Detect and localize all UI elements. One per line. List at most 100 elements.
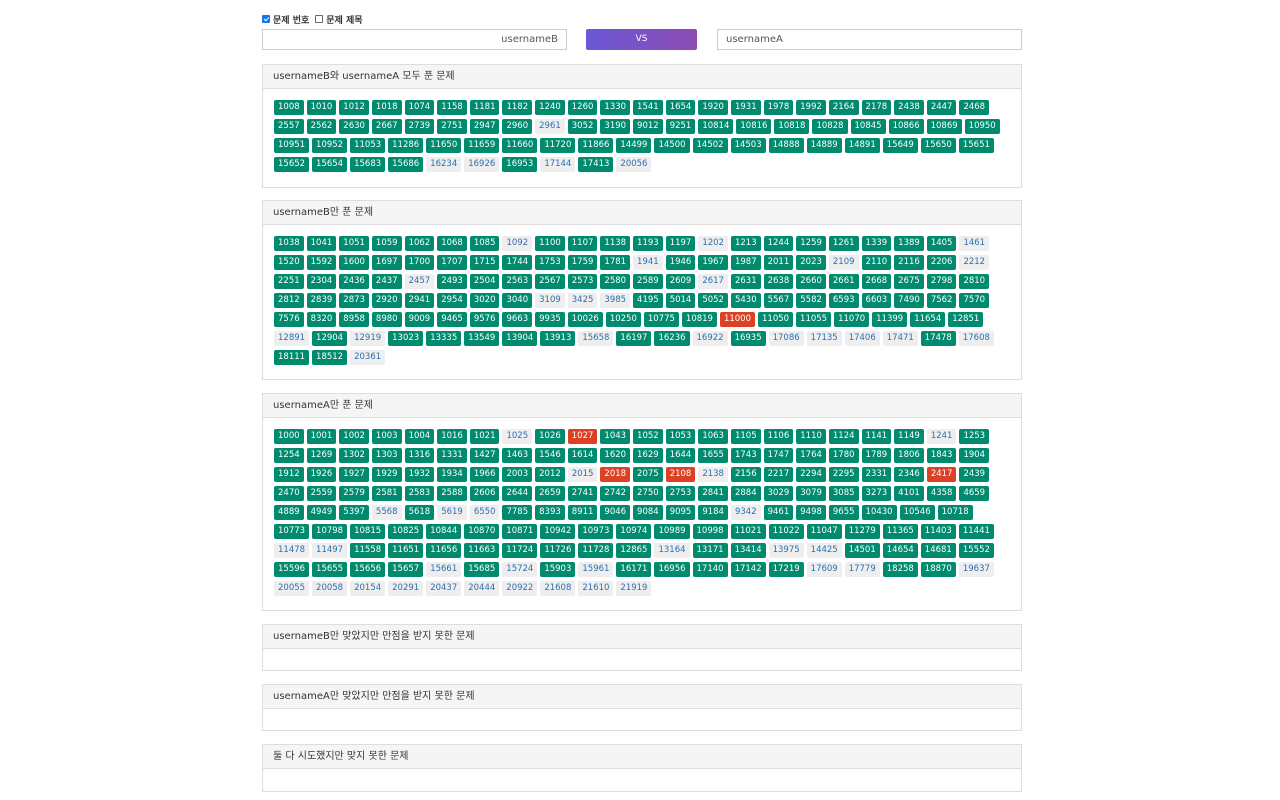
problem-tag[interactable]: 2667 bbox=[371, 119, 402, 134]
problem-tag[interactable]: 11497 bbox=[312, 543, 348, 558]
problem-tag[interactable]: 5619 bbox=[437, 505, 467, 520]
problem-tag[interactable]: 10974 bbox=[616, 524, 652, 539]
problem-tag[interactable]: 9009 bbox=[404, 312, 435, 327]
problem-tag[interactable]: 11286 bbox=[388, 138, 424, 153]
problem-tag[interactable]: 7562 bbox=[926, 293, 957, 308]
problem-tag[interactable]: 2493 bbox=[437, 274, 467, 289]
problem-tag[interactable]: 1124 bbox=[828, 429, 859, 444]
problem-tag[interactable]: 9465 bbox=[437, 312, 467, 327]
problem-tag[interactable]: 1025 bbox=[502, 429, 533, 444]
problem-tag[interactable]: 2812 bbox=[274, 293, 304, 308]
problem-tag[interactable]: 15654 bbox=[312, 157, 348, 172]
problem-tag[interactable]: 20055 bbox=[274, 581, 310, 596]
problem-tag[interactable]: 1052 bbox=[633, 429, 663, 444]
problem-tag[interactable]: 2606 bbox=[469, 486, 500, 501]
problem-tag[interactable]: 2659 bbox=[535, 486, 565, 501]
problem-tag[interactable]: 18111 bbox=[274, 350, 310, 365]
problem-tag[interactable]: 10866 bbox=[888, 119, 924, 134]
problem-tag[interactable]: 13335 bbox=[426, 331, 462, 346]
left-username-input[interactable] bbox=[262, 29, 567, 50]
problem-tag[interactable]: 2573 bbox=[567, 274, 598, 289]
problem-tag[interactable]: 1461 bbox=[959, 236, 990, 251]
problem-tag[interactable]: 9935 bbox=[535, 312, 565, 327]
problem-tag[interactable]: 3190 bbox=[600, 119, 631, 134]
problem-tag[interactable]: 11728 bbox=[578, 543, 614, 558]
problem-tag[interactable]: 1654 bbox=[665, 100, 696, 115]
problem-tag[interactable]: 2437 bbox=[371, 274, 402, 289]
problem-tag[interactable]: 16922 bbox=[692, 331, 728, 346]
problem-tag[interactable]: 10430 bbox=[861, 505, 897, 520]
problem-tag[interactable]: 3985 bbox=[600, 293, 631, 308]
problem-tag[interactable]: 4358 bbox=[926, 486, 957, 501]
problem-tag[interactable]: 11053 bbox=[350, 138, 386, 153]
problem-tag[interactable]: 20056 bbox=[616, 157, 652, 172]
problem-tag[interactable]: 15596 bbox=[274, 562, 310, 577]
problem-tag[interactable]: 1920 bbox=[698, 100, 728, 115]
problem-tag[interactable]: 8958 bbox=[339, 312, 369, 327]
problem-tag[interactable]: 17406 bbox=[844, 331, 880, 346]
problem-tag[interactable]: 16171 bbox=[616, 562, 652, 577]
problem-tag[interactable]: 1026 bbox=[535, 429, 565, 444]
problem-tag[interactable]: 1339 bbox=[861, 236, 892, 251]
problem-tag[interactable]: 15961 bbox=[578, 562, 614, 577]
problem-tag[interactable]: 2742 bbox=[600, 486, 631, 501]
problem-tag[interactable]: 10818 bbox=[774, 119, 810, 134]
problem-tag[interactable]: 1780 bbox=[828, 448, 859, 463]
problem-tag[interactable]: 1063 bbox=[698, 429, 728, 444]
problem-tag[interactable]: 11047 bbox=[806, 524, 842, 539]
problem-tag[interactable]: 9184 bbox=[698, 505, 728, 520]
problem-tag[interactable]: 11660 bbox=[502, 138, 538, 153]
problem-tag[interactable]: 14499 bbox=[616, 138, 652, 153]
problem-tag[interactable]: 12904 bbox=[312, 331, 348, 346]
problem-tag[interactable]: 1107 bbox=[567, 236, 598, 251]
problem-tag[interactable]: 2217 bbox=[763, 467, 794, 482]
problem-tag[interactable]: 1193 bbox=[633, 236, 663, 251]
problem-tag[interactable]: 15686 bbox=[388, 157, 424, 172]
problem-tag[interactable]: 1241 bbox=[926, 429, 957, 444]
problem-tag[interactable]: 17608 bbox=[958, 331, 994, 346]
problem-tag[interactable]: 17086 bbox=[768, 331, 804, 346]
problem-tag[interactable]: 1992 bbox=[796, 100, 826, 115]
problem-tag[interactable]: 20361 bbox=[350, 350, 386, 365]
problem-tag[interactable]: 11399 bbox=[872, 312, 908, 327]
problem-tag[interactable]: 11726 bbox=[540, 543, 576, 558]
problem-tag[interactable]: 9251 bbox=[665, 119, 696, 134]
problem-tag[interactable]: 14891 bbox=[844, 138, 880, 153]
problem-tag[interactable]: 1753 bbox=[535, 255, 565, 270]
problem-tag[interactable]: 17219 bbox=[768, 562, 804, 577]
problem-tag[interactable]: 15903 bbox=[540, 562, 576, 577]
problem-tag[interactable]: 14654 bbox=[882, 543, 918, 558]
problem-tag[interactable]: 1053 bbox=[665, 429, 696, 444]
problem-tag[interactable]: 1000 bbox=[274, 429, 304, 444]
problem-tag[interactable]: 20437 bbox=[426, 581, 462, 596]
problem-tag[interactable]: 1697 bbox=[371, 255, 402, 270]
problem-tag[interactable]: 2810 bbox=[959, 274, 990, 289]
problem-tag[interactable]: 15683 bbox=[350, 157, 386, 172]
problem-tag[interactable]: 15658 bbox=[578, 331, 614, 346]
problem-tag[interactable]: 14503 bbox=[730, 138, 766, 153]
problem-tag[interactable]: 5014 bbox=[665, 293, 696, 308]
problem-tag[interactable]: 10942 bbox=[540, 524, 576, 539]
problem-tag[interactable]: 1043 bbox=[600, 429, 631, 444]
problem-tag[interactable]: 5430 bbox=[730, 293, 761, 308]
problem-tag[interactable]: 11724 bbox=[502, 543, 538, 558]
problem-tag[interactable]: 2438 bbox=[894, 100, 924, 115]
problem-tag[interactable]: 1978 bbox=[763, 100, 794, 115]
problem-tag[interactable]: 1240 bbox=[535, 100, 565, 115]
problem-tag[interactable]: 2960 bbox=[502, 119, 533, 134]
problem-tag[interactable]: 4195 bbox=[633, 293, 663, 308]
problem-tag[interactable]: 1004 bbox=[404, 429, 435, 444]
problem-tag[interactable]: 1018 bbox=[371, 100, 402, 115]
problem-tag[interactable]: 2178 bbox=[861, 100, 892, 115]
problem-tag[interactable]: 10815 bbox=[350, 524, 386, 539]
problem-tag[interactable]: 3040 bbox=[502, 293, 533, 308]
problem-tag[interactable]: 2567 bbox=[535, 274, 565, 289]
problem-tag[interactable]: 1062 bbox=[404, 236, 435, 251]
problem-tag[interactable]: 1592 bbox=[306, 255, 337, 270]
problem-tag[interactable]: 1003 bbox=[371, 429, 402, 444]
problem-tag[interactable]: 17142 bbox=[730, 562, 766, 577]
problem-tag[interactable]: 2015 bbox=[567, 467, 598, 482]
problem-tag[interactable]: 1707 bbox=[437, 255, 467, 270]
problem-tag[interactable]: 1926 bbox=[306, 467, 337, 482]
problem-tag[interactable]: 2753 bbox=[665, 486, 696, 501]
